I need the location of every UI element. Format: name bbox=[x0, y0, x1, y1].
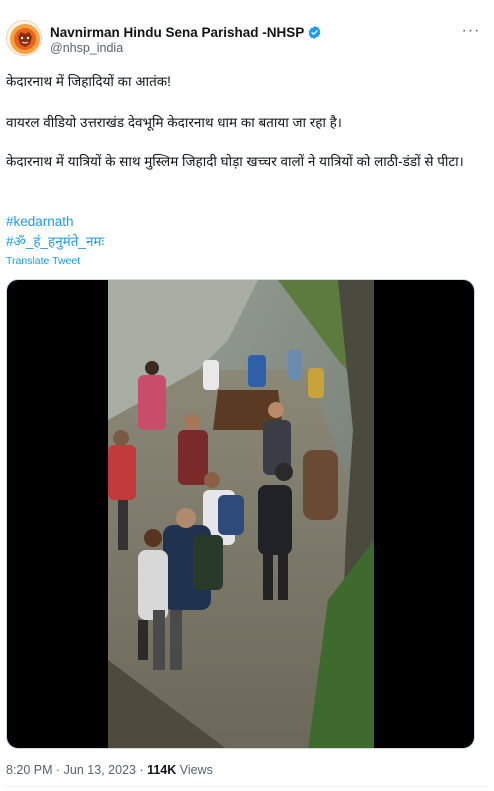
lion-emblem-icon bbox=[10, 24, 40, 54]
tweet-card: Navnirman Hindu Sena Parishad -NHSP @nhs… bbox=[0, 0, 494, 791]
verified-badge-icon bbox=[307, 25, 322, 40]
hashtag-om-hanumate[interactable]: #ॐ_हं_हनुमंते_नमः bbox=[6, 232, 104, 251]
meta-separator: · bbox=[135, 763, 148, 777]
tweet-text-line2: वायरल वीडियो उत्तराखंड देवभूमि केदारनाथ … bbox=[6, 115, 342, 130]
views-label: Views bbox=[176, 763, 213, 777]
hashtag-kedarnath[interactable]: #kedarnath bbox=[6, 212, 74, 231]
more-options-icon[interactable]: ··· bbox=[460, 20, 482, 42]
translate-tweet-link[interactable]: Translate Tweet bbox=[6, 255, 80, 267]
video-frame bbox=[108, 280, 374, 748]
tweet-meta: 8:20 PM · Jun 13, 2023 · 114K Views bbox=[6, 763, 213, 777]
tweet-header: Navnirman Hindu Sena Parishad -NHSP @nhs… bbox=[6, 20, 488, 60]
tweet-text-line1: केदारनाथ में जिहादियों का आतंक! bbox=[6, 74, 171, 89]
divider bbox=[6, 786, 488, 787]
video-still bbox=[108, 280, 374, 748]
display-name[interactable]: Navnirman Hindu Sena Parishad -NHSP bbox=[50, 25, 304, 40]
avatar[interactable] bbox=[6, 20, 42, 56]
tweet-text-line3: केदारनाथ में यात्रियों के साथ मुस्लिम जि… bbox=[6, 154, 464, 169]
views-count: 114K bbox=[147, 763, 177, 777]
name-row: Navnirman Hindu Sena Parishad -NHSP bbox=[50, 23, 322, 41]
video-player[interactable] bbox=[6, 279, 475, 749]
tweet-time[interactable]: 8:20 PM bbox=[6, 763, 53, 777]
tweet-date[interactable]: Jun 13, 2023 bbox=[64, 763, 136, 777]
handle[interactable]: @nhsp_india bbox=[50, 41, 123, 55]
meta-separator: · bbox=[52, 763, 64, 777]
